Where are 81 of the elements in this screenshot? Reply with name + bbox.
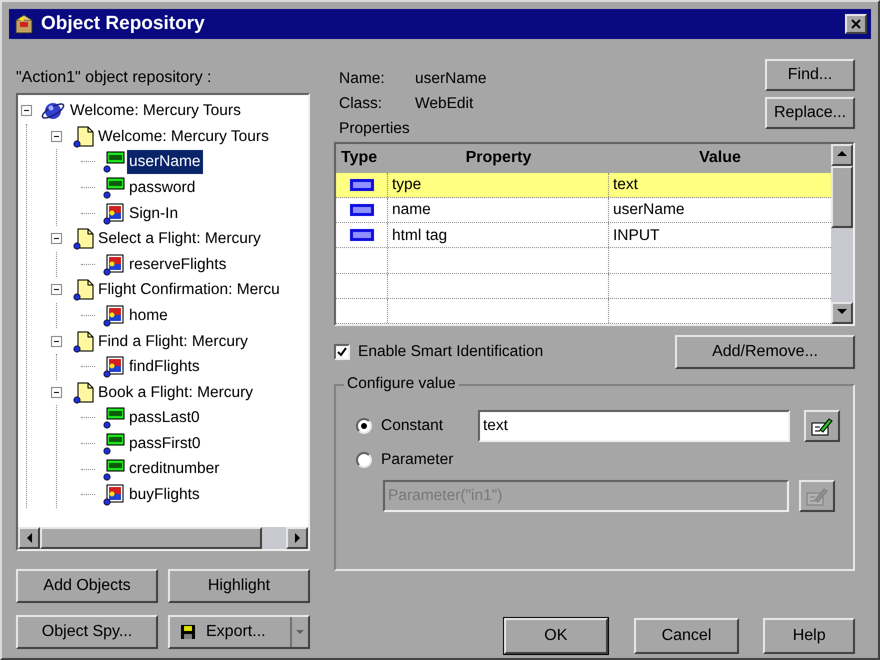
arrow-icon <box>292 532 302 544</box>
repository-label: "Action1" object repository : <box>16 68 212 88</box>
box-icon <box>13 13 35 35</box>
tree-item[interactable]: passFirst0 <box>127 432 202 456</box>
scroll-left-button[interactable] <box>18 527 40 549</box>
vertical-scrollbar[interactable] <box>831 144 853 324</box>
tree-item[interactable]: Book a Flight: Mercury <box>96 380 256 404</box>
pencil-edit-icon <box>805 486 829 506</box>
action-button[interactable]: Highlight <box>168 569 310 603</box>
edit-value-button[interactable] <box>804 410 840 442</box>
table-cell: name <box>388 198 609 222</box>
radio-label: Constant <box>381 416 444 436</box>
table-cell-text: text <box>612 175 639 196</box>
export-button[interactable]: Export... <box>168 615 310 649</box>
field-value: WebEdit <box>415 94 474 114</box>
table-row[interactable]: name userName <box>336 198 831 224</box>
radio-label: Parameter <box>381 450 454 470</box>
action-button[interactable]: Find... <box>765 59 855 91</box>
tree-item[interactable]: Select a Flight: Mercury <box>96 227 263 250</box>
table-row[interactable]: html tag INPUT <box>336 223 831 248</box>
action-button[interactable]: Add Objects <box>16 569 158 603</box>
collapse-toggle[interactable] <box>51 284 62 296</box>
field-value: userName <box>415 68 486 89</box>
horizontal-scrollbar[interactable] <box>18 527 308 549</box>
tree-item[interactable]: passLast0 <box>127 406 202 430</box>
radio-button[interactable] <box>356 418 372 434</box>
pencil-edit-icon <box>810 416 834 436</box>
tree-item[interactable]: findFlights <box>127 355 202 378</box>
scroll-up-button[interactable] <box>831 144 853 166</box>
scrollbar-thumb[interactable] <box>40 527 262 549</box>
table-cell-text: INPUT <box>612 226 660 246</box>
column-header[interactable]: Type <box>336 144 388 173</box>
close-icon <box>850 18 862 30</box>
field-label: Name: <box>339 68 386 89</box>
collapse-toggle[interactable] <box>51 336 62 347</box>
tree-item[interactable]: reserveFlights <box>127 252 228 276</box>
action-button[interactable]: Object Spy... <box>16 615 158 649</box>
add-remove-button[interactable]: Add/Remove... <box>675 335 855 369</box>
edit-parameter-button[interactable] <box>799 480 835 512</box>
tree-item[interactable]: buyFlights <box>127 483 202 506</box>
scrollbar-thumb[interactable] <box>831 166 853 228</box>
section-label: Properties <box>339 119 411 139</box>
tree-item[interactable]: home <box>127 304 170 328</box>
action-button[interactable]: Replace... <box>765 97 855 129</box>
dialog-button[interactable]: OK <box>504 618 608 654</box>
checkbox[interactable] <box>334 344 350 360</box>
close-button[interactable] <box>845 14 867 34</box>
collapse-toggle[interactable] <box>51 130 62 142</box>
table-cell: type <box>388 172 609 197</box>
column-header[interactable]: Property <box>388 144 609 173</box>
check-icon <box>337 347 347 357</box>
tree-item[interactable]: Find a Flight: Mercury <box>96 330 250 353</box>
dialog-button[interactable]: Cancel <box>634 618 740 654</box>
group-title: Configure value <box>344 374 459 394</box>
arrow-icon <box>24 532 34 544</box>
tree-item[interactable]: Welcome: Mercury Tours <box>68 99 243 122</box>
column-header[interactable]: Value <box>609 144 831 173</box>
collapse-toggle[interactable] <box>51 233 62 244</box>
tree-item[interactable]: Flight Confirmation: Mercu <box>96 278 282 302</box>
window-title: Object Repository <box>41 12 206 36</box>
table-cell-text: userName <box>612 200 686 220</box>
collapse-toggle[interactable] <box>21 105 32 116</box>
text-type-icon <box>350 178 374 191</box>
collapse-toggle[interactable] <box>51 386 62 398</box>
radio-button[interactable] <box>356 452 372 468</box>
table-row[interactable]: type text <box>336 172 831 198</box>
dialog-button[interactable]: Help <box>763 618 855 654</box>
scroll-down-button[interactable] <box>831 302 853 324</box>
scroll-right-button[interactable] <box>286 527 308 549</box>
field-label: Class: <box>339 94 384 114</box>
text-type-icon <box>350 229 374 242</box>
tree-item[interactable]: userName <box>127 150 202 174</box>
caret-icon <box>295 629 305 635</box>
tree-item[interactable]: creditnumber <box>127 457 222 481</box>
text-type-icon <box>350 204 374 216</box>
checkbox-label: Enable Smart Identification <box>358 342 544 362</box>
tree-item[interactable]: Welcome: Mercury Tours <box>96 124 271 148</box>
value-input[interactable]: text <box>478 410 790 442</box>
tree-item[interactable]: password <box>127 176 198 200</box>
tree-item[interactable]: Sign-In <box>127 202 180 225</box>
table-cell: html tag <box>388 223 609 248</box>
